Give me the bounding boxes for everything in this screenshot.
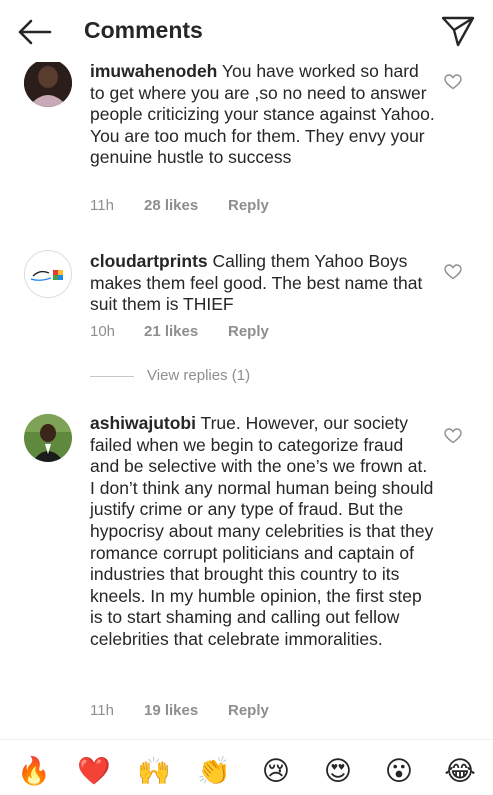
like-button[interactable] xyxy=(444,74,462,90)
profile-photo-icon xyxy=(24,59,72,107)
surprised-face-emoji-icon[interactable]: 😮 xyxy=(379,754,419,790)
comment-likes[interactable]: 19 likes xyxy=(144,702,198,719)
cloudart-logo-icon xyxy=(25,251,71,297)
fire-emoji-icon[interactable]: 🔥 xyxy=(14,754,54,790)
reply-button[interactable]: Reply xyxy=(228,323,269,340)
clapping-hands-emoji-icon[interactable]: 👏 xyxy=(194,754,234,790)
reply-button[interactable]: Reply xyxy=(228,197,269,214)
view-replies-button[interactable]: View replies (1) xyxy=(90,366,290,386)
comment-likes[interactable]: 21 likes xyxy=(144,323,198,340)
back-button[interactable] xyxy=(14,16,54,48)
comment-time: 11h xyxy=(90,197,114,214)
comment-text: cloudartprints Calling them Yahoo Boys m… xyxy=(90,251,436,316)
heart-eyes-emoji-icon[interactable]: 😍 xyxy=(318,754,358,790)
comment-text: ashiwajutobi True. However, our society … xyxy=(90,413,436,651)
profile-photo-icon xyxy=(24,414,72,462)
comment-time: 11h xyxy=(90,702,114,719)
comments-header: Comments xyxy=(0,0,493,62)
avatar[interactable] xyxy=(24,250,72,298)
raising-hands-emoji-icon[interactable]: 🙌 xyxy=(134,754,174,790)
emoji-reaction-bar: 🔥 ❤️ 🙌 👏 😢 😍 😮 😂 xyxy=(0,739,493,795)
comment-body: True. However, our society failed when w… xyxy=(90,413,434,649)
comment-username[interactable]: ashiwajutobi xyxy=(90,413,196,433)
direct-message-button[interactable] xyxy=(440,14,476,48)
tears-of-joy-emoji-icon[interactable]: 😂 xyxy=(440,754,480,790)
avatar[interactable] xyxy=(24,414,72,462)
paper-plane-icon xyxy=(441,16,475,47)
heart-emoji-icon[interactable]: ❤️ xyxy=(74,754,114,790)
back-arrow-icon xyxy=(18,19,52,45)
like-button[interactable] xyxy=(444,428,462,444)
like-button[interactable] xyxy=(444,264,462,280)
page-title: Comments xyxy=(84,17,203,43)
reply-button[interactable]: Reply xyxy=(228,702,269,719)
view-replies-label: View replies (1) xyxy=(147,367,251,384)
comment-text: imuwahenodeh You have worked so hard to … xyxy=(90,61,436,169)
crying-face-emoji-icon[interactable]: 😢 xyxy=(256,754,296,790)
comment-time: 10h xyxy=(90,323,116,340)
comment-likes[interactable]: 28 likes xyxy=(144,197,198,214)
reply-divider-line xyxy=(90,376,134,377)
heart-outline-icon xyxy=(444,428,462,444)
comment-username[interactable]: cloudartprints xyxy=(90,251,208,271)
comment-username[interactable]: imuwahenodeh xyxy=(90,61,217,81)
heart-outline-icon xyxy=(444,264,462,280)
avatar[interactable] xyxy=(24,59,72,107)
heart-outline-icon xyxy=(444,74,462,90)
